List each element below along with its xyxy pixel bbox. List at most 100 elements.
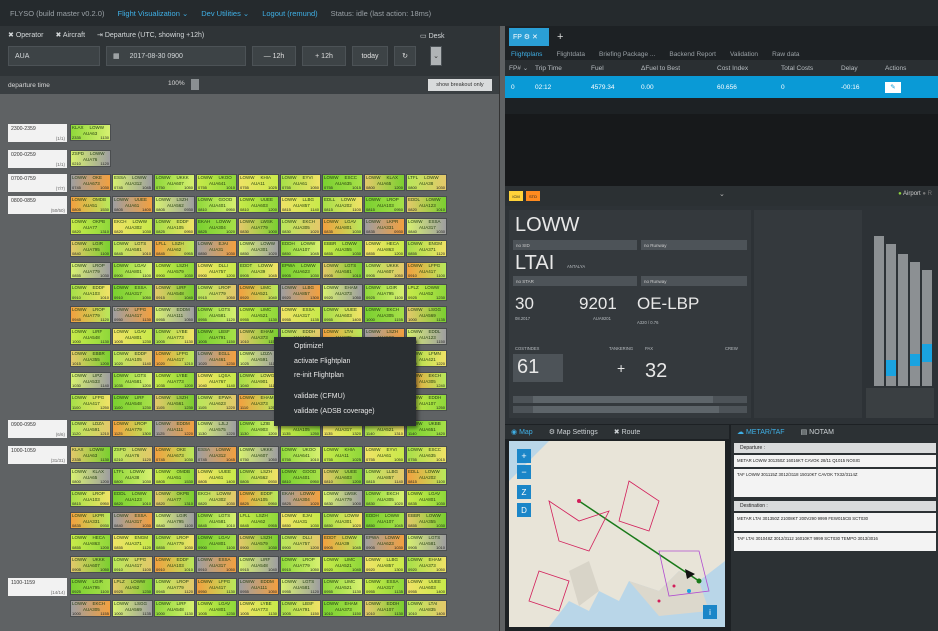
flight-tile[interactable]: LOWW LSZH AUA562 0805 0930 bbox=[238, 468, 279, 485]
show-breakout-button[interactable]: show breakout only bbox=[428, 79, 492, 91]
flight-tile[interactable]: ESSA LOWW AUA312 0745 1045 bbox=[112, 174, 153, 191]
flight-tile[interactable]: LOWW LQSA AUA767 1040 1140 bbox=[196, 372, 237, 389]
today-button[interactable]: today bbox=[352, 46, 388, 66]
flight-tile[interactable]: LOWW EHAM AUA373 1110 1250 bbox=[238, 394, 279, 411]
flight-tile[interactable]: LOWW LIMC AUA521 0955 1130 bbox=[238, 306, 279, 323]
aircraft-label[interactable]: ✖ Aircraft bbox=[55, 31, 85, 39]
tab-flightplans[interactable]: Flightplans bbox=[511, 51, 542, 58]
flight-tile[interactable]: LOWW LGIR AUA795 0925 1100 bbox=[70, 578, 111, 595]
map-d-button[interactable]: D bbox=[517, 503, 531, 517]
departure-label[interactable]: ⇥ Departure (UTC, showing +12h) bbox=[97, 31, 204, 39]
flight-tile[interactable]: LOWW EJAI AUA31 0850 1030 bbox=[196, 240, 237, 257]
flight-tile[interactable]: LOWW EPWA AUA623 1105 1220 bbox=[196, 394, 237, 411]
flight-tile[interactable]: LOWW LFPG AUA417 1100 1250 bbox=[70, 394, 111, 411]
flight-tile[interactable]: KLAX LOWW AUA63 2335 1130 bbox=[70, 446, 111, 463]
flight-tile[interactable]: EDLL LOWW AUA202 0815 1100 bbox=[322, 196, 363, 213]
collapse-icon[interactable]: ⌄ bbox=[719, 190, 725, 198]
flight-tile[interactable]: EKAH LOWW AUA304 0825 1020 bbox=[280, 490, 321, 507]
flight-tile[interactable]: LOWW LGTS AUA581 0955 1120 bbox=[280, 578, 321, 595]
table-row[interactable]: 0 02:12 4579.34 0.00 60.656 0 -00:16 ✎ bbox=[505, 76, 938, 98]
flight-tile[interactable]: LOWW KHIA AUA11 0755 1025 bbox=[238, 174, 279, 191]
flight-tile[interactable]: LOWWEDDHAUA10710101130 bbox=[364, 600, 405, 617]
col-delay[interactable]: Delay bbox=[841, 65, 885, 72]
flight-tile[interactable]: LOWW LBSF AUA791 1005 1150 bbox=[196, 328, 237, 345]
flight-tile[interactable]: LOWW LIRF AUA548 0915 1040 bbox=[154, 284, 195, 301]
flight-tile[interactable]: LOWW EHAM AUA373 1010 1150 bbox=[238, 328, 279, 345]
flight-tile[interactable]: LOWW EJAI AUA31 0850 1030 bbox=[280, 512, 321, 529]
flight-tile[interactable]: LOWW LGTS AUA581 0905 1010 bbox=[406, 534, 447, 551]
menu-item-validate-adsb[interactable]: validate (ADSB coverage) bbox=[274, 404, 416, 419]
tab-raw-data[interactable]: Raw data bbox=[772, 51, 799, 58]
flight-tile[interactable]: LOWW EYVI AUA61 0755 1050 bbox=[280, 174, 321, 191]
flight-tile[interactable]: LOWW LIMC AUA521 0920 1040 bbox=[238, 284, 279, 301]
flight-tile[interactable]: LOWW EHAM AUA373 1010 1150 bbox=[322, 600, 363, 617]
flight-tile[interactable]: LOWW KLAX AUA65 0800 1200 bbox=[70, 468, 111, 485]
flight-tile[interactable]: KLAX LOWW AUA63 2335 1130 bbox=[70, 124, 111, 141]
flight-tile[interactable]: LOWW LROP AUA779 0915 1050 bbox=[280, 556, 321, 573]
flight-tile[interactable]: LOWW EDDM AUA111 1125 1220 bbox=[154, 420, 195, 437]
flight-tile[interactable]: LOWW EHAM AUA373 0920 1050 bbox=[406, 556, 447, 573]
flight-tile[interactable]: EPWA LOWW AUA623 0905 1030 bbox=[280, 262, 321, 279]
flight-tile[interactable]: EDDH LOWW AUA107 0850 1045 bbox=[280, 240, 321, 257]
flight-tile[interactable]: LOWW UKKK AUA607 0905 1050 bbox=[364, 262, 405, 279]
flight-tile[interactable]: LFLL LSZH AUA62 0845 0955 bbox=[154, 240, 195, 257]
operator-input[interactable]: AUA bbox=[8, 46, 100, 66]
flight-tile[interactable]: LOWW EKCH AUA305 0830 1020 bbox=[280, 218, 321, 235]
flight-tile[interactable]: LOWW LSZH AUA579 0900 1030 bbox=[238, 534, 279, 551]
refresh-button[interactable]: ↻ bbox=[394, 46, 416, 66]
flight-tile[interactable]: LOWW LSZH AUA579 0900 1030 bbox=[154, 262, 195, 279]
tab-map[interactable]: ◉ Map bbox=[511, 428, 533, 436]
desk-dropdown[interactable]: ⌄ bbox=[430, 46, 442, 66]
flight-tile[interactable]: LOWW OKPB AUA77 0820 1310 bbox=[70, 218, 111, 235]
flight-tile[interactable]: ZSPD LOWW AUA76 0210 1120 bbox=[70, 150, 111, 167]
flight-tile[interactable]: LOWW ESCC AUA635 0755 1015 bbox=[322, 174, 363, 191]
flight-tile[interactable]: LOWW EYVI AUA61 0755 1050 bbox=[364, 446, 405, 463]
flight-tile[interactable]: EDDT LOWW AUA39 0905 1045 bbox=[238, 262, 279, 279]
flight-tile[interactable]: LOWW LGAV AUA801 0835 1030 bbox=[406, 490, 447, 507]
flight-tile[interactable]: LOWW OKPB AUA77 0820 1310 bbox=[154, 490, 195, 507]
flight-tile[interactable]: EBBR LOWW AUA355 0855 1030 bbox=[322, 240, 363, 257]
tab-metar-taf[interactable]: ☁ METAR/TAF bbox=[737, 428, 785, 436]
tab-validation[interactable]: Validation bbox=[730, 51, 758, 58]
flight-tile[interactable]: LTFL LOWW AUA38 0800 1030 bbox=[406, 174, 447, 191]
flight-tile[interactable]: LOWW LIMC AUA521 0920 1040 bbox=[322, 556, 363, 573]
flight-tile[interactable]: LOWWLTAIAUA83510101400 bbox=[406, 600, 447, 617]
flight-tile[interactable]: LOWW LGIR AUA795 0840 1100 bbox=[70, 240, 111, 257]
tab-backend-report[interactable]: Backend Report bbox=[669, 51, 716, 58]
flight-tile[interactable]: LOWW LGAV AUA801 0900 1100 bbox=[196, 534, 237, 551]
flight-tile[interactable]: LOWW HECA AUA863 0855 1200 bbox=[70, 534, 111, 551]
arr-runway-box[interactable]: no Runway bbox=[641, 276, 747, 286]
flight-tile[interactable]: LOWW ESSA AUA317 0910 1050 bbox=[196, 556, 237, 573]
flight-tile[interactable]: LOWW OMDB AUA51 0805 1530 bbox=[70, 196, 111, 213]
tab-briefing[interactable]: Briefing Package ... bbox=[599, 51, 655, 58]
flight-tile[interactable]: LOWW EDDF AUA103 0910 1010 bbox=[154, 556, 195, 573]
tab-fp[interactable]: FP ⚙ ✕ bbox=[509, 28, 549, 46]
flight-tile[interactable]: LOWW OMDB AUA51 0805 1530 bbox=[154, 468, 195, 485]
flight-tile[interactable]: LOWW UKKK AUA607 0905 1050 bbox=[70, 556, 111, 573]
flight-tile[interactable]: LOWW LGIR AUA795 0840 1100 bbox=[154, 512, 195, 529]
flight-tile[interactable]: LOWW LROP AUA103 0815 0950 bbox=[364, 196, 405, 213]
flight-tile[interactable]: LOWW LFPG AUA417 0950 1130 bbox=[112, 306, 153, 323]
map-z-button[interactable]: Z bbox=[517, 485, 531, 499]
flight-tile[interactable]: LOWW LSZH AUA562 0805 0930 bbox=[154, 196, 195, 213]
flight-tile[interactable]: LOWW LGTS AUA581 0845 1010 bbox=[112, 240, 153, 257]
date-input[interactable]: ▦ 2017-08-30 0900 bbox=[106, 46, 246, 66]
flight-tile[interactable]: EDDL LOWW AUA123 0820 1010 bbox=[112, 490, 153, 507]
flight-tile[interactable]: LTFL LOWW AUA38 0800 1030 bbox=[112, 468, 153, 485]
flight-tile[interactable]: LOWW LLBG AUA857 0815 1140 bbox=[280, 196, 321, 213]
flight-tile[interactable]: LOWW ESSA AUA317 0955 1135 bbox=[364, 578, 405, 595]
flight-tile[interactable]: LOWW LOWW AUA301 0850 1020 bbox=[322, 512, 363, 529]
nav-dev-utilities[interactable]: Dev Utilities ⌄ bbox=[201, 9, 249, 18]
flight-tile[interactable]: LOWW HECA AUA863 0855 1200 bbox=[364, 240, 405, 257]
operator-label[interactable]: ✖ Operator bbox=[8, 31, 43, 39]
col-trip-time[interactable]: Trip Time bbox=[535, 65, 591, 72]
flight-tile[interactable]: LOWW UKKK AUA607 0750 1050 bbox=[238, 446, 279, 463]
tab-notam[interactable]: ▤ NOTAM bbox=[801, 428, 834, 436]
flight-tile[interactable]: LOWW LLBG AUA857 0920 1300 bbox=[280, 284, 321, 301]
flight-tile[interactable]: LOWW LROP AUA779 0855 1030 bbox=[154, 534, 195, 551]
flight-tile[interactable]: LOWW LGTS AUA581 0905 1010 bbox=[322, 262, 363, 279]
sid-box[interactable]: no SID bbox=[513, 240, 637, 250]
flight-tile[interactable]: LOWW LKPR AUA331 0835 0930 bbox=[364, 218, 405, 235]
flight-tile[interactable]: LOWW LBSF AUA791 1005 1150 bbox=[280, 600, 321, 617]
flight-tile[interactable]: LOWW EGLL AUA461 1020 1230 bbox=[196, 350, 237, 367]
